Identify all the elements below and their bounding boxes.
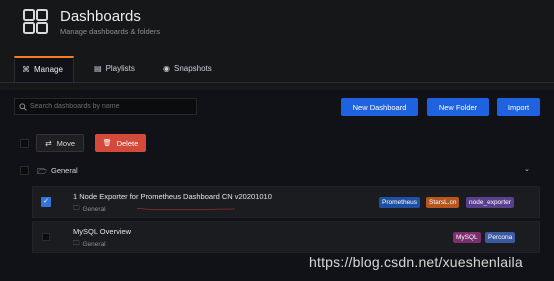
dashboard-grid-icon bbox=[23, 9, 48, 34]
dashboard-folder: 🗀 General bbox=[73, 239, 106, 250]
move-button-label: Move bbox=[56, 138, 76, 148]
tab-snapshots-label: Snapshots bbox=[173, 64, 212, 73]
tag-prometheus[interactable]: Prometheus bbox=[379, 197, 421, 208]
tag-percona[interactable]: Percona bbox=[485, 232, 516, 243]
folder-open-icon: 🗁 bbox=[37, 167, 47, 176]
tag-mysql[interactable]: MySQL bbox=[453, 232, 481, 243]
tab-manage[interactable]: ⌘ Manage bbox=[14, 56, 74, 82]
trash-icon: 🗑 bbox=[102, 140, 112, 147]
chevron-down-icon[interactable]: ⌄ bbox=[524, 165, 530, 173]
sitemap-icon: ⌘ bbox=[22, 65, 30, 74]
tab-divider bbox=[0, 82, 554, 83]
move-arrows-icon: ⇄ bbox=[44, 138, 52, 148]
dashboards-page: Dashboards Manage dashboards & folders ⌘… bbox=[0, 0, 554, 281]
dashboard-folder-label: General bbox=[82, 241, 106, 248]
search-box bbox=[14, 98, 197, 115]
move-button[interactable]: ⇄ Move bbox=[36, 134, 84, 152]
tag-starsl[interactable]: StarsL.cn bbox=[426, 197, 460, 208]
dashboard-title[interactable]: 1 Node Exporter for Prometheus Dashboard… bbox=[73, 192, 272, 201]
delete-button[interactable]: 🗑 Delete bbox=[95, 134, 146, 152]
tag-node-exporter[interactable]: node_exporter bbox=[466, 197, 514, 208]
row-checkbox[interactable] bbox=[42, 233, 50, 241]
page-header: Dashboards Manage dashboards & folders ⌘… bbox=[0, 0, 554, 90]
delete-button-label: Delete bbox=[116, 138, 139, 148]
dashboard-folder-label: General bbox=[82, 206, 106, 213]
page-title: Dashboards bbox=[60, 8, 141, 25]
page-subtitle: Manage dashboards & folders bbox=[60, 27, 161, 36]
tab-bar: ⌘ Manage ▤ Playlists ◉ Snapshots bbox=[0, 56, 554, 82]
import-button[interactable]: Import bbox=[497, 98, 540, 116]
camera-icon: ◉ bbox=[163, 64, 170, 73]
select-all-checkbox[interactable] bbox=[20, 139, 29, 148]
new-dashboard-button[interactable]: New Dashboard bbox=[341, 98, 418, 116]
tab-playlists-label: Playlists bbox=[105, 64, 135, 73]
folder-icon: 🗀 bbox=[73, 205, 80, 212]
new-folder-button[interactable]: New Folder bbox=[427, 98, 489, 116]
playlist-icon: ▤ bbox=[94, 64, 102, 73]
folder-name[interactable]: General bbox=[51, 166, 78, 175]
dashboard-folder: 🗀 General bbox=[73, 204, 106, 215]
folder-icon: 🗀 bbox=[73, 240, 80, 247]
tab-snapshots[interactable]: ◉ Snapshots bbox=[163, 56, 212, 82]
dashboard-row[interactable]: ✓ 1 Node Exporter for Prometheus Dashboa… bbox=[32, 186, 540, 218]
row-checkbox-checked[interactable]: ✓ bbox=[41, 197, 51, 207]
search-input[interactable] bbox=[30, 103, 190, 110]
tab-manage-label: Manage bbox=[34, 65, 63, 74]
watermark-text: https://blog.csdn.net/xueshenlaila bbox=[309, 254, 523, 270]
search-icon bbox=[19, 102, 27, 111]
dashboard-title[interactable]: MySQL Overview bbox=[73, 227, 131, 236]
folder-checkbox[interactable] bbox=[20, 166, 29, 175]
dashboard-row[interactable]: MySQL Overview 🗀 General MySQL Percona bbox=[32, 221, 540, 253]
red-annotation-underline bbox=[136, 208, 236, 210]
tab-playlists[interactable]: ▤ Playlists bbox=[94, 56, 135, 82]
